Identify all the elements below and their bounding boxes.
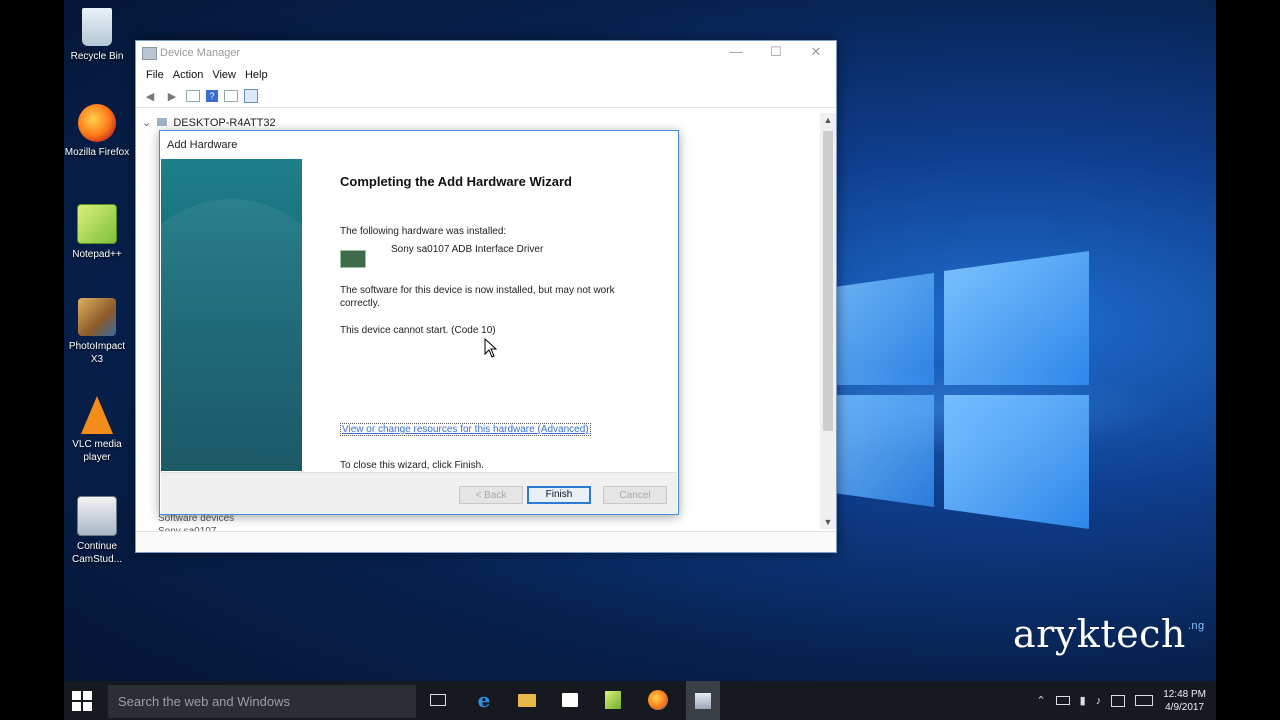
desktop-icon-firefox[interactable]: Mozilla Firefox <box>64 104 130 159</box>
minimize-button[interactable]: — <box>716 41 756 65</box>
desktop-icon-label: Notepad++ <box>72 249 122 260</box>
aryktech-watermark: aryktech .ng <box>1013 612 1205 656</box>
scan-hardware-icon[interactable] <box>244 89 258 103</box>
desktop-icon-camstudio[interactable]: Continue CamStud... <box>64 496 130 566</box>
menu-file[interactable]: File <box>144 65 171 85</box>
computer-icon <box>157 118 168 126</box>
watermark-text: aryktech <box>1013 612 1186 656</box>
battery-icon[interactable] <box>1055 696 1070 705</box>
tree-root-label: DESKTOP-R4ATT32 <box>173 117 276 129</box>
windows-start-icon[interactable] <box>72 691 92 711</box>
dialog-title: Add Hardware <box>167 139 238 151</box>
close-button[interactable]: ✕ <box>796 41 836 65</box>
help-book-icon[interactable]: ? <box>206 90 218 102</box>
desktop-icon-notepadpp[interactable]: Notepad++ <box>64 204 130 261</box>
view-list-icon[interactable] <box>224 90 238 102</box>
tree-root[interactable]: ⌄ DESKTOP-R4ATT32 <box>142 116 276 129</box>
notepadpp-taskbar-icon[interactable] <box>601 689 625 711</box>
properties-icon[interactable] <box>186 90 200 102</box>
desktop-icon-vlc[interactable]: VLC media player <box>64 396 130 464</box>
scroll-up-icon[interactable]: ▲ <box>820 115 836 125</box>
clock-time: 12:48 PM <box>1163 688 1206 700</box>
warning-text: The software for this device is now inst… <box>340 285 615 309</box>
desktop-icon-recycle-bin[interactable]: Recycle Bin <box>64 8 130 63</box>
desktop-icon-label: PhotoImpact X3 <box>68 341 126 365</box>
windows-logo <box>654 245 1174 535</box>
desktop-icon-label: Continue CamStud... <box>71 541 123 565</box>
edge-browser-icon[interactable]: e <box>472 688 496 712</box>
toolbar: ◀ ▶ ? <box>136 85 836 108</box>
scrollbar-thumb[interactable] <box>823 131 833 431</box>
watermark-suffix: .ng <box>1187 620 1205 632</box>
add-hardware-dialog: Add Hardware Completing the Add Hardware… <box>159 130 679 515</box>
hardware-device-icon <box>340 250 366 268</box>
installed-label: The following hardware was installed: <box>340 226 507 237</box>
device-manager-icon <box>142 47 157 60</box>
clock[interactable]: 12:48 PM 4/9/2017 <box>1163 688 1206 714</box>
notepadpp-icon <box>77 204 117 244</box>
mouse-cursor-icon <box>484 338 498 358</box>
network-icon[interactable]: ▮ <box>1080 694 1086 707</box>
file-explorer-icon[interactable] <box>515 689 539 711</box>
chevron-up-icon[interactable]: ⌃ <box>1036 694 1045 707</box>
back-button[interactable]: < Back <box>459 486 523 504</box>
photoimpact-icon <box>78 298 116 336</box>
title-bar[interactable]: Device Manager — ☐ ✕ <box>136 41 836 65</box>
scroll-down-icon[interactable]: ▼ <box>820 517 836 527</box>
menu-bar: File Action View Help <box>136 65 836 85</box>
desktop: Recycle Bin Mozilla Firefox Notepad++ Ph… <box>64 0 1216 720</box>
status-bar <box>136 531 836 552</box>
device-manager-taskbar-icon[interactable] <box>686 681 720 720</box>
menu-view[interactable]: View <box>210 65 243 85</box>
vertical-scrollbar[interactable]: ▲ ▼ <box>820 113 836 529</box>
desktop-icon-label: Recycle Bin <box>70 51 124 62</box>
window-title: Device Manager <box>160 47 241 59</box>
desktop-icon-label: VLC media player <box>72 439 122 463</box>
advanced-resources-link[interactable]: View or change resources for this hardwa… <box>340 423 591 436</box>
back-arrow-icon[interactable]: ◀ <box>142 89 158 103</box>
taskbar: Search the web and Windows e ⌃ ▮ ♪ 12:48… <box>64 681 1216 720</box>
wizard-side-banner <box>161 159 302 471</box>
keyboard-icon[interactable] <box>1135 695 1154 706</box>
task-view-icon[interactable] <box>426 689 450 711</box>
device-name: Sony sa0107 ADB Interface Driver <box>391 244 544 255</box>
finish-button[interactable]: Finish <box>527 486 591 504</box>
clock-date: 4/9/2017 <box>1165 701 1205 713</box>
close-hint: To close this wizard, click Finish. <box>340 460 484 471</box>
forward-arrow-icon[interactable]: ▶ <box>164 89 180 103</box>
volume-icon[interactable]: ♪ <box>1096 695 1102 707</box>
system-tray: ⌃ ▮ ♪ 12:48 PM 4/9/2017 <box>1036 681 1216 720</box>
cancel-button[interactable]: Cancel <box>603 486 667 504</box>
menu-help[interactable]: Help <box>243 65 275 85</box>
firefox-icon <box>78 104 116 142</box>
taskbar-search-box[interactable]: Search the web and Windows <box>108 685 416 718</box>
desktop-icon-label: Mozilla Firefox <box>64 147 130 158</box>
device-manager-window: Device Manager — ☐ ✕ File Action View He… <box>135 40 837 553</box>
action-center-icon[interactable] <box>1111 694 1126 707</box>
firefox-taskbar-icon[interactable] <box>646 689 670 711</box>
desktop-icon-photoimpact[interactable]: PhotoImpact X3 <box>64 298 130 366</box>
vlc-cone-icon <box>81 396 113 434</box>
device-status-text: This device cannot start. (Code 10) <box>340 325 496 336</box>
menu-action[interactable]: Action <box>171 65 211 85</box>
maximize-button[interactable]: ☐ <box>756 41 796 65</box>
wizard-heading: Completing the Add Hardware Wizard <box>340 174 572 189</box>
wizard-footer: < Back Finish Cancel <box>161 472 677 514</box>
store-icon[interactable] <box>558 689 582 711</box>
camstudio-icon <box>77 496 117 536</box>
recycle-bin-icon <box>82 8 112 46</box>
chevron-down-icon[interactable]: ⌄ <box>142 117 151 129</box>
